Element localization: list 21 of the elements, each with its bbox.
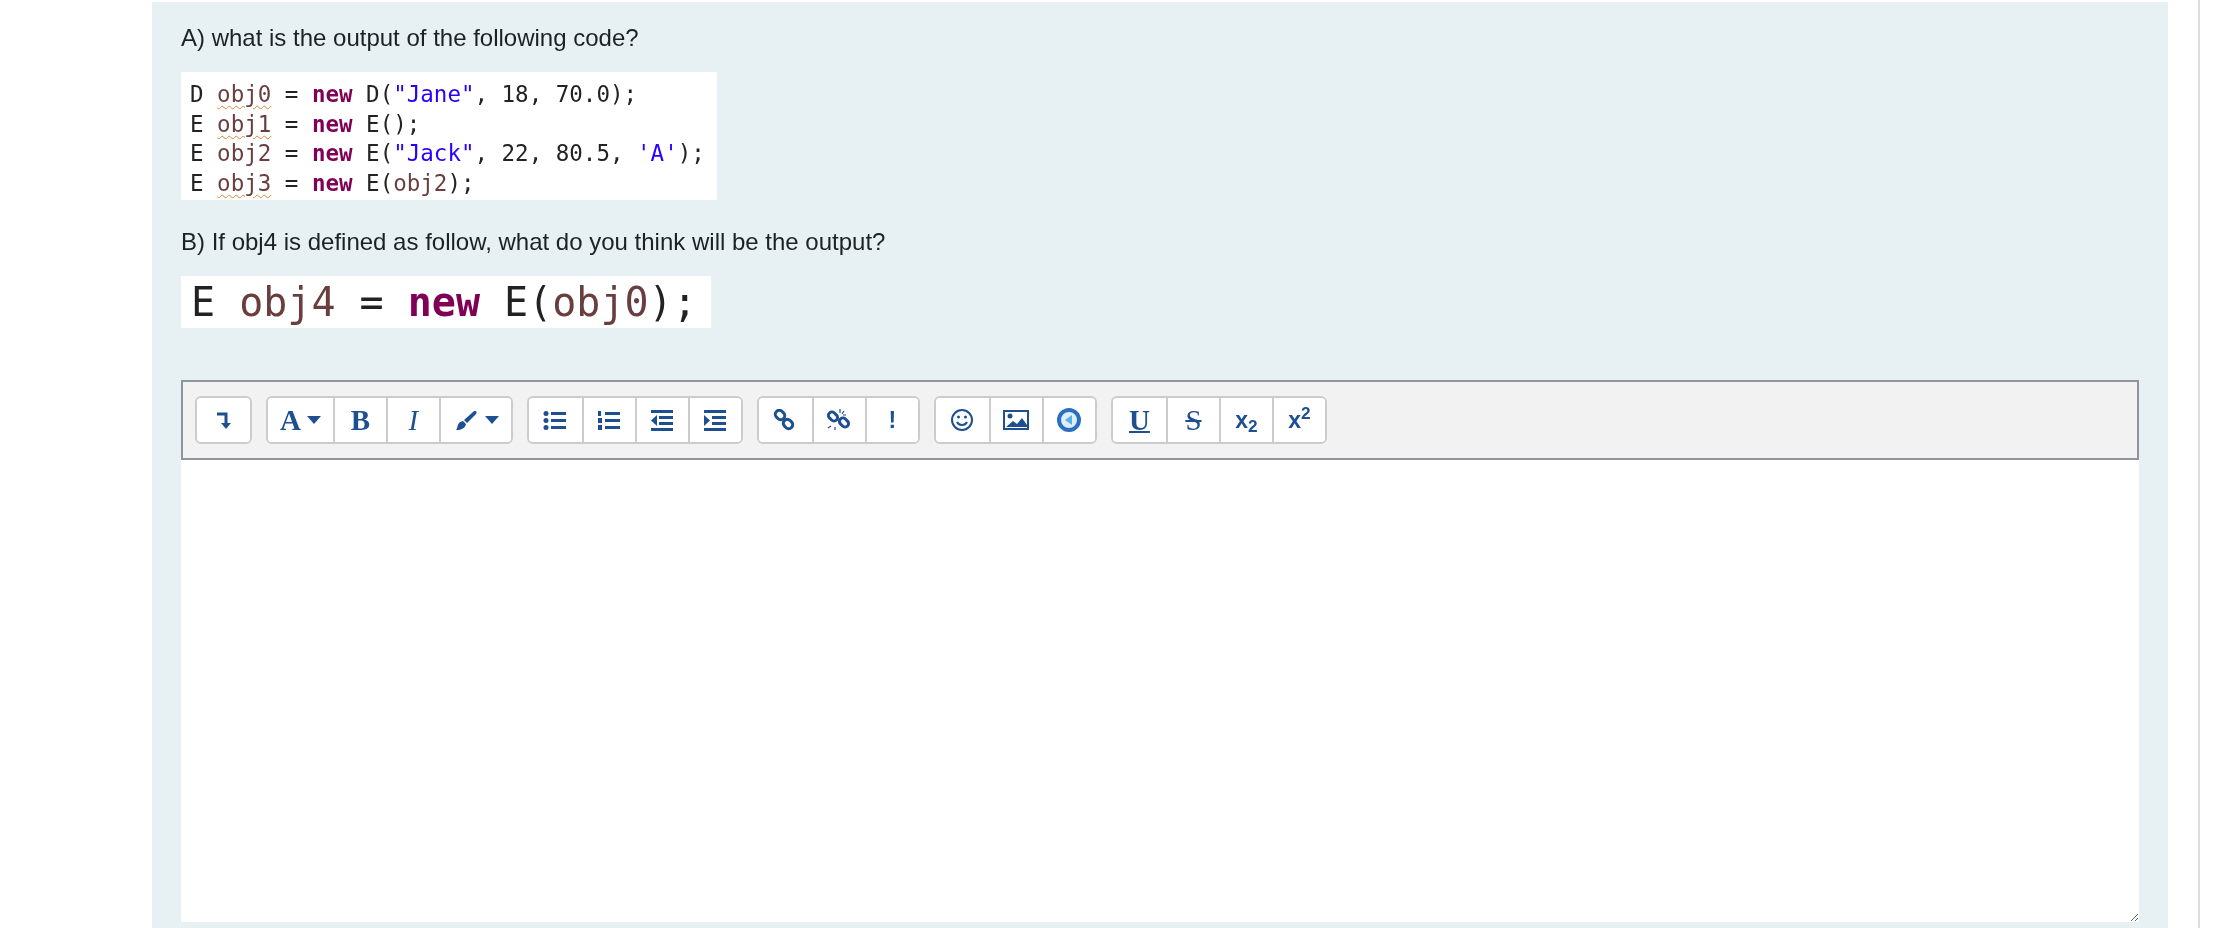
caret-icon (484, 416, 499, 424)
code-snippet: E obj4 = new E(obj0); (181, 276, 711, 328)
question-text: B) If obj4 is defined as follow, what do you think will be the output? (181, 227, 887, 257)
toolbar-button[interactable] (1041, 398, 1095, 442)
answer-field[interactable] (181, 460, 2139, 922)
code-snippet: D obj0 = new D("Jane", 18, 70.0); E obj1 = new E(); E obj2 = new E("Jack", 22, 80.5, 'A'); E obj3 = new E(obj2); (181, 72, 717, 200)
question-text: A) what is the output of the following code? (181, 23, 640, 53)
caret-icon (306, 416, 321, 424)
numbered-list-icon (596, 409, 623, 431)
outdent-icon (649, 408, 676, 432)
bulleted-list-icon (542, 409, 569, 431)
dropdown-button[interactable] (438, 398, 511, 442)
smiley-icon (950, 408, 975, 432)
format-button[interactable]: x$^{2}$ (1271, 398, 1325, 442)
format-button[interactable]: ! (864, 398, 918, 442)
toolbar-button[interactable] (687, 398, 741, 442)
arrow-icon (214, 410, 233, 430)
indent-icon (702, 408, 729, 432)
play-circle-icon (1057, 408, 1082, 432)
broken-link-icon (827, 408, 852, 432)
image-icon (1003, 410, 1030, 430)
